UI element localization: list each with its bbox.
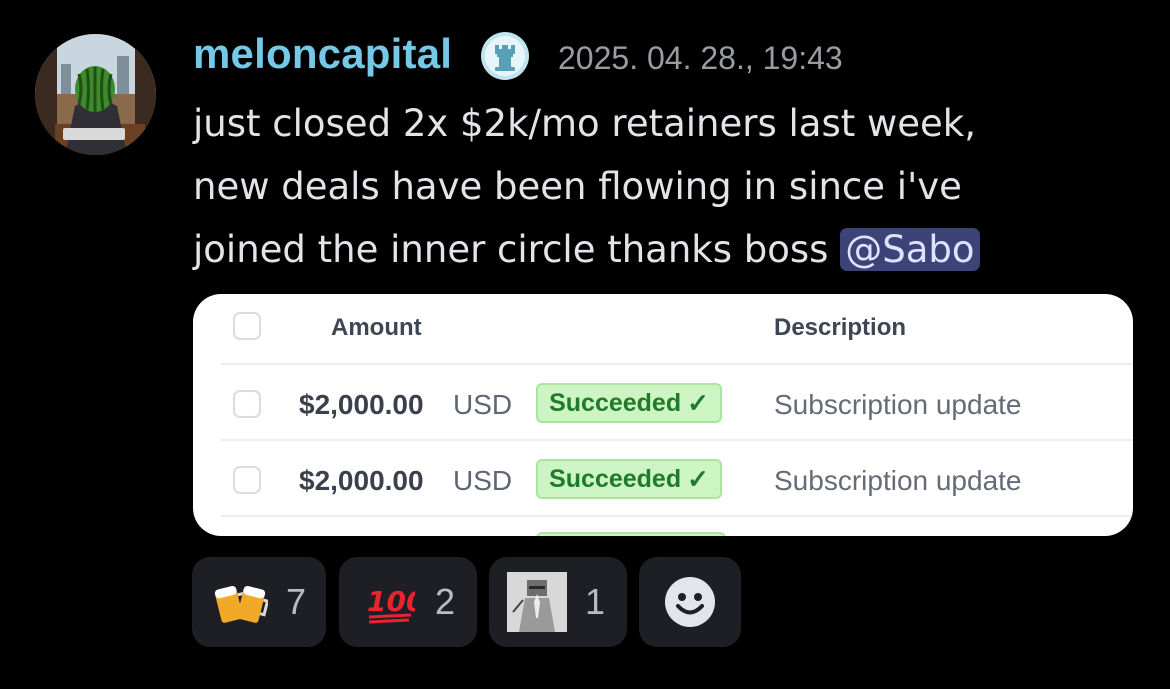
rook-role-icon[interactable] bbox=[480, 31, 530, 81]
row-checkbox[interactable] bbox=[233, 466, 261, 494]
message-line-1: just closed 2x $2k/mo retainers last wee… bbox=[193, 102, 976, 145]
reaction-beer-mugs[interactable]: 7 bbox=[192, 557, 326, 647]
row-description: Subscription update bbox=[774, 389, 1022, 420]
description-column-header: Description bbox=[774, 314, 907, 341]
row-currency: USD bbox=[453, 389, 513, 420]
message-timestamp: 2025. 04. 28., 19:43 bbox=[558, 40, 843, 76]
status-label: Succeeded bbox=[549, 464, 682, 493]
message-line-3: joined the inner circle thanks boss bbox=[193, 228, 841, 271]
select-all-checkbox[interactable] bbox=[233, 312, 261, 340]
reaction-hundred[interactable]: 100 2 bbox=[339, 557, 477, 647]
status-badge: Succeeded ✓ bbox=[536, 459, 722, 499]
row-divider bbox=[221, 363, 1133, 365]
user-avatar[interactable] bbox=[35, 34, 156, 155]
row-currency: USD bbox=[453, 465, 513, 496]
row-divider bbox=[221, 439, 1133, 441]
partial-table-row bbox=[536, 532, 726, 536]
add-reaction-smiley-icon bbox=[664, 576, 716, 628]
row-description: Subscription update bbox=[774, 465, 1022, 496]
hundred-points-icon: 100 bbox=[365, 577, 425, 627]
add-reaction-button[interactable] bbox=[639, 557, 741, 647]
beer-mugs-icon bbox=[212, 577, 270, 627]
user-mention[interactable]: @Sabo bbox=[840, 228, 980, 271]
praying-knight-icon bbox=[507, 572, 567, 632]
row-divider bbox=[221, 515, 1133, 517]
row-amount: $2,000.00 bbox=[299, 465, 424, 496]
svg-text:100: 100 bbox=[367, 585, 415, 618]
avatar-image bbox=[35, 34, 156, 155]
status-label: Succeeded bbox=[549, 388, 682, 417]
author-username[interactable]: meloncapital bbox=[193, 30, 452, 78]
checkmark-icon: ✓ bbox=[687, 463, 709, 494]
reaction-count: 2 bbox=[435, 581, 456, 622]
message-line-2: new deals have been flowing in since i'v… bbox=[193, 165, 962, 208]
status-badge: Succeeded ✓ bbox=[536, 383, 722, 423]
amount-column-header: Amount bbox=[331, 314, 422, 341]
checkmark-icon: ✓ bbox=[687, 387, 709, 418]
reaction-praying-knight[interactable]: 1 bbox=[489, 557, 627, 647]
row-amount: $2,000.00 bbox=[299, 389, 424, 420]
row-checkbox[interactable] bbox=[233, 390, 261, 418]
image-attachment[interactable]: Amount Description $2,000.00 USD Succeed… bbox=[193, 294, 1133, 536]
message-content: just closed 2x $2k/mo retainers last wee… bbox=[193, 92, 1153, 281]
reaction-count: 7 bbox=[286, 581, 307, 622]
reaction-count: 1 bbox=[585, 581, 606, 622]
